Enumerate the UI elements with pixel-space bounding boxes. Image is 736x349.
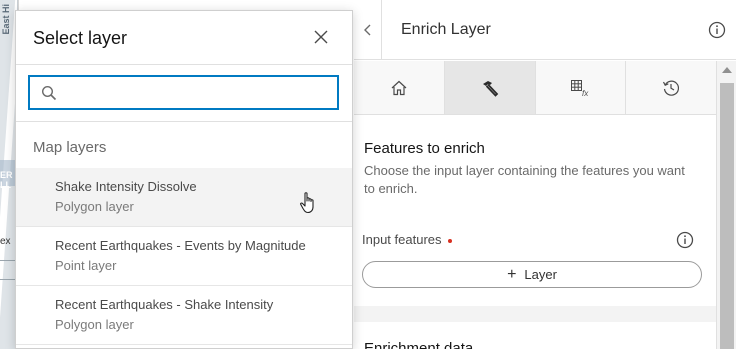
- layer-name: Recent Earthquakes - Events by Magnitude: [55, 238, 306, 253]
- field-info-button[interactable]: [676, 231, 694, 254]
- search-bar: [16, 66, 352, 122]
- map-label: East Hi: [1, 4, 11, 35]
- home-icon: [391, 80, 407, 95]
- search-box[interactable]: [28, 75, 339, 110]
- panel-header: Enrich Layer: [354, 0, 736, 60]
- layer-list-item[interactable]: Recent Earthquakes - Events by Magnitude…: [16, 227, 352, 286]
- search-input[interactable]: [66, 81, 326, 105]
- map-label: ex: [0, 236, 11, 247]
- select-layer-popover: Select layer Map layers Shake Intensity …: [15, 10, 353, 349]
- history-icon: [663, 80, 680, 96]
- hand-cursor-icon: [300, 192, 314, 214]
- close-icon: [314, 30, 328, 44]
- chevron-left-icon: [363, 24, 370, 35]
- features-section: Features to enrich Choose the input laye…: [354, 116, 716, 306]
- section-title: Features to enrich: [364, 140, 485, 157]
- svg-text:fx: fx: [582, 89, 589, 98]
- required-indicator: [447, 238, 452, 243]
- search-icon: [41, 85, 57, 101]
- popover-title: Select layer: [33, 28, 128, 48]
- close-button[interactable]: [312, 28, 330, 46]
- layer-type: Polygon layer: [55, 317, 134, 332]
- popover-header: Select layer: [16, 11, 352, 65]
- information-icon: [676, 231, 694, 249]
- layer-list-item[interactable]: Shake Intensity Dissolve Polygon layer: [16, 168, 352, 227]
- tool-tabs: fx: [354, 61, 716, 115]
- panel-scrollbar[interactable]: [716, 61, 736, 349]
- tab-table-fx[interactable]: fx: [536, 61, 627, 114]
- layer-type: Point layer: [55, 258, 117, 273]
- tab-history[interactable]: [626, 61, 716, 114]
- section-title: Enrichment data: [364, 340, 474, 349]
- add-layer-button[interactable]: + Layer: [362, 261, 702, 288]
- scrollbar-thumb[interactable]: [720, 83, 734, 349]
- layer-list: Shake Intensity Dissolve Polygon layer R…: [16, 168, 352, 345]
- tab-home[interactable]: [354, 61, 445, 114]
- information-icon: [708, 21, 726, 38]
- enrichment-section: Enrichment data: [354, 322, 716, 349]
- scroll-up-arrow[interactable]: [722, 67, 732, 73]
- layer-name: Shake Intensity Dissolve: [55, 179, 197, 194]
- section-description: Choose the input layer containing the fe…: [364, 163, 685, 196]
- field-label-text: Input features: [362, 232, 442, 247]
- panel-content: Features to enrich Choose the input laye…: [354, 116, 716, 349]
- table-fx-icon: fx: [571, 79, 590, 98]
- panel-title: Enrich Layer: [401, 20, 491, 38]
- back-button[interactable]: [354, 0, 382, 60]
- layer-type: Polygon layer: [55, 199, 134, 214]
- info-button[interactable]: [697, 21, 736, 39]
- layer-list-item[interactable]: Recent Earthquakes - Shake Intensity Pol…: [16, 286, 352, 345]
- input-features-label: Input features: [362, 232, 452, 247]
- hammer-icon: [482, 80, 498, 97]
- plus-icon: +: [507, 265, 517, 283]
- tab-tools[interactable]: [444, 61, 536, 114]
- layer-name: Recent Earthquakes - Shake Intensity: [55, 297, 274, 312]
- group-label: Map layers: [33, 139, 107, 156]
- add-layer-label: Layer: [524, 267, 557, 282]
